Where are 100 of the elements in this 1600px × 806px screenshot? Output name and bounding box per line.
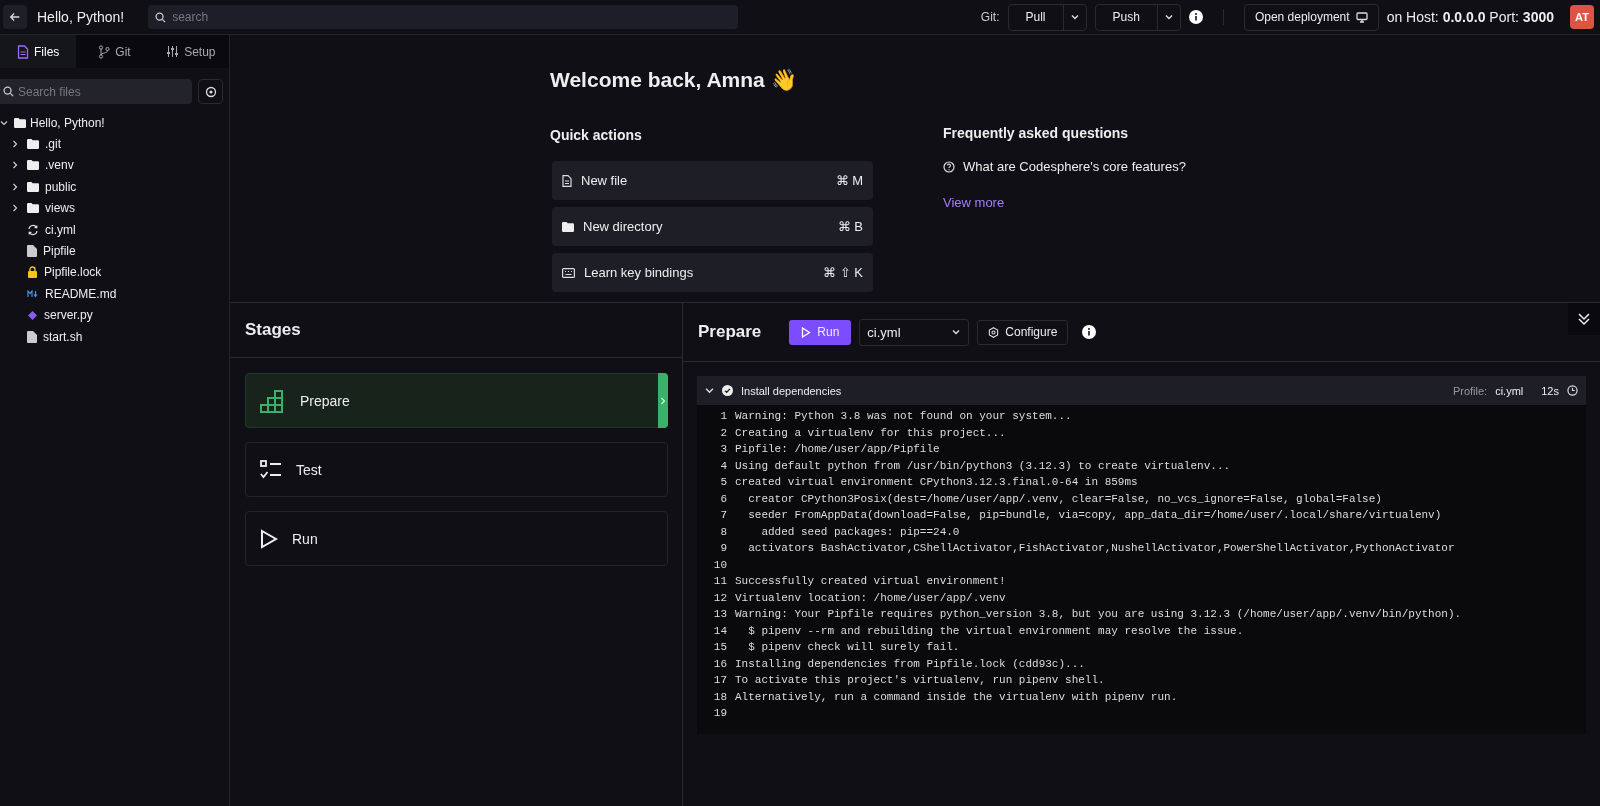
step-header[interactable]: Install dependencies Profile: ci.yml 12s xyxy=(697,376,1586,405)
open-deployment-button[interactable]: Open deployment xyxy=(1243,3,1379,31)
sliders-icon xyxy=(166,45,180,58)
log-line: created virtual environment CPython3.12.3.final.0-64 in 859ms xyxy=(735,476,1138,490)
log-line: Alternatively, run a command inside the virtualenv with pipenv run. xyxy=(735,690,1178,705)
info-icon[interactable] xyxy=(1188,10,1203,24)
log-line: seeder FromAppData(download=False, pip=bundle, via=copy, app_data_dir=/home/user/.local/share/virtualenv) xyxy=(747,509,1442,523)
chevron-icon[interactable] xyxy=(0,118,8,127)
lock-icon xyxy=(27,266,38,279)
log-line: added seed packages: pip==24.0 xyxy=(760,525,960,540)
line-number: 14 xyxy=(712,624,728,639)
run-button[interactable]: Run xyxy=(789,319,852,345)
quick-action-button[interactable]: New file ⌘ M xyxy=(552,161,873,200)
faq-link[interactable]: What are Codesphere's core features? xyxy=(963,159,1186,174)
log-line: Installing dependencies from Pipfile.lock (cdd93c)... xyxy=(735,657,1085,672)
faq-heading: Frequently asked questions xyxy=(943,125,1130,141)
tree-item[interactable]: start.sh xyxy=(43,329,83,344)
folder-icon xyxy=(27,203,39,214)
folder-icon xyxy=(27,139,39,150)
python-file-icon xyxy=(27,309,38,321)
line-number: 15 xyxy=(712,641,728,655)
play-icon xyxy=(260,528,278,549)
user-avatar[interactable]: AT xyxy=(1570,5,1594,29)
clock-icon xyxy=(1567,385,1578,396)
profile-value: ci.yml xyxy=(1495,384,1524,397)
view-more-link[interactable]: View more xyxy=(943,195,1005,210)
chevron-down-icon xyxy=(1069,12,1080,22)
line-number: 16 xyxy=(712,657,728,672)
sidebar-tab[interactable]: Git xyxy=(76,35,153,68)
log-line: Pipfile: /home/user/app/Pipfile xyxy=(735,443,940,457)
monitor-icon xyxy=(1355,11,1368,23)
collapse-panel-button[interactable] xyxy=(1568,303,1600,335)
stage-item[interactable]: Run xyxy=(245,511,668,566)
chevron-icon[interactable] xyxy=(11,204,19,213)
tree-item[interactable]: Pipfile xyxy=(43,244,76,259)
sidebar-tab[interactable]: Files xyxy=(0,35,77,68)
search-icon xyxy=(3,86,14,97)
folder-icon xyxy=(14,117,26,128)
step-title: Install dependencies xyxy=(741,384,842,397)
tree-item[interactable]: Hello, Python! xyxy=(30,115,105,130)
step-duration: 12s xyxy=(1541,384,1559,397)
log-line: Virtualenv location: /home/user/app/.venv xyxy=(735,591,1006,606)
file-icon xyxy=(27,330,37,343)
search-field[interactable]: search xyxy=(148,5,739,29)
configure-button[interactable]: Configure xyxy=(977,319,1069,345)
tree-item[interactable]: .git xyxy=(45,137,61,152)
file-icon xyxy=(562,174,572,187)
tree-item[interactable]: ci.yml xyxy=(45,222,76,237)
branch-icon xyxy=(98,44,111,59)
line-number: 12 xyxy=(712,591,728,606)
log-line: $ pipenv --rm and rebuilding the virtual environment may resolve the issue. xyxy=(747,624,1244,639)
line-number: 6 xyxy=(719,492,728,507)
stage-item[interactable]: Prepare xyxy=(245,373,668,428)
back-arrow-icon xyxy=(9,10,21,24)
sync-icon xyxy=(27,223,39,236)
line-number: 19 xyxy=(712,707,728,721)
tree-item[interactable]: Pipfile.lock xyxy=(44,265,102,280)
sidebar-tab[interactable]: Setup xyxy=(152,35,229,68)
git-label: Git: xyxy=(980,10,1000,24)
chevron-down-icon xyxy=(951,327,962,337)
tree-item[interactable]: .venv xyxy=(45,158,74,173)
double-chevron-down-icon xyxy=(1577,312,1591,326)
folder-icon xyxy=(27,160,39,171)
line-number: 18 xyxy=(712,690,728,705)
back-button[interactable] xyxy=(3,5,27,29)
file-search-field[interactable]: Search files xyxy=(0,79,192,104)
chevron-icon[interactable] xyxy=(705,386,714,395)
project-title: Hello, Python! xyxy=(37,9,125,25)
line-number: 3 xyxy=(719,443,728,457)
file-icon xyxy=(27,245,37,258)
chevron-icon[interactable] xyxy=(11,161,19,170)
locate-file-button[interactable] xyxy=(198,79,223,104)
markdown-icon xyxy=(27,289,39,298)
quick-action-button[interactable]: Learn key bindings ⌘ ⇧ K xyxy=(552,253,873,292)
chevron-icon[interactable] xyxy=(11,140,19,149)
log-line: Creating a virtualenv for this project... xyxy=(735,426,1006,441)
tree-item[interactable]: server.py xyxy=(44,308,93,323)
line-number: 8 xyxy=(719,525,728,540)
keyboard-icon xyxy=(562,267,575,278)
folder-icon xyxy=(27,181,39,192)
profile-label: Profile: xyxy=(1452,384,1488,397)
file-icon xyxy=(17,44,29,59)
line-number: 1 xyxy=(719,410,728,424)
log-line: Warning: Python 3.8 was not found on your system... xyxy=(735,410,1072,424)
play-icon xyxy=(801,326,812,338)
stairs-icon xyxy=(260,388,286,413)
stage-item[interactable]: Test xyxy=(245,442,668,497)
quick-actions-heading: Quick actions xyxy=(550,127,643,143)
log-line: Successfully created virtual environment! xyxy=(735,575,1006,589)
info-icon[interactable] xyxy=(1082,325,1097,339)
log-line: Warning: Your Pipfile requires python_version 3.8, but you are using 3.12.3 (/home/user/app/.venv/bin/python). xyxy=(735,608,1462,622)
tree-item[interactable]: README.md xyxy=(45,286,117,301)
quick-action-button[interactable]: New directory ⌘ B xyxy=(552,207,873,246)
profile-select[interactable]: ci.yml xyxy=(859,318,970,346)
chevron-right-icon xyxy=(660,396,666,405)
tree-item[interactable]: public xyxy=(45,179,77,194)
tree-item[interactable]: views xyxy=(45,201,75,216)
chevron-icon[interactable] xyxy=(11,182,19,191)
stages-heading: Stages xyxy=(245,320,301,340)
line-number: 11 xyxy=(712,575,728,589)
